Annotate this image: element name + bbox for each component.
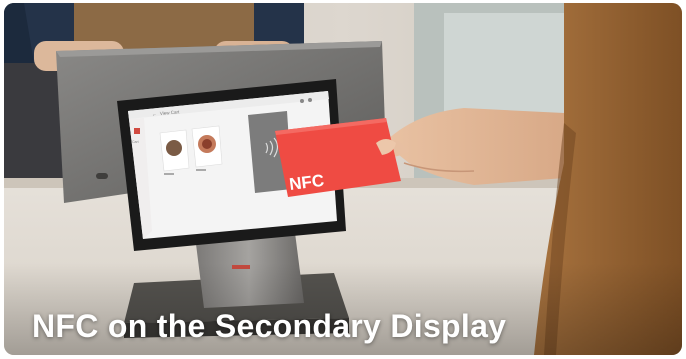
pos-nfc-photo: ← View Cart Cart NFC — [4, 3, 682, 355]
sidebar-tab: Cart — [132, 140, 139, 144]
photo-card: ← View Cart Cart NFC NFC on the Secondar… — [4, 3, 682, 355]
back-arrow-icon: ← — [152, 112, 158, 118]
caption-title: NFC on the Secondary Display — [32, 308, 507, 344]
